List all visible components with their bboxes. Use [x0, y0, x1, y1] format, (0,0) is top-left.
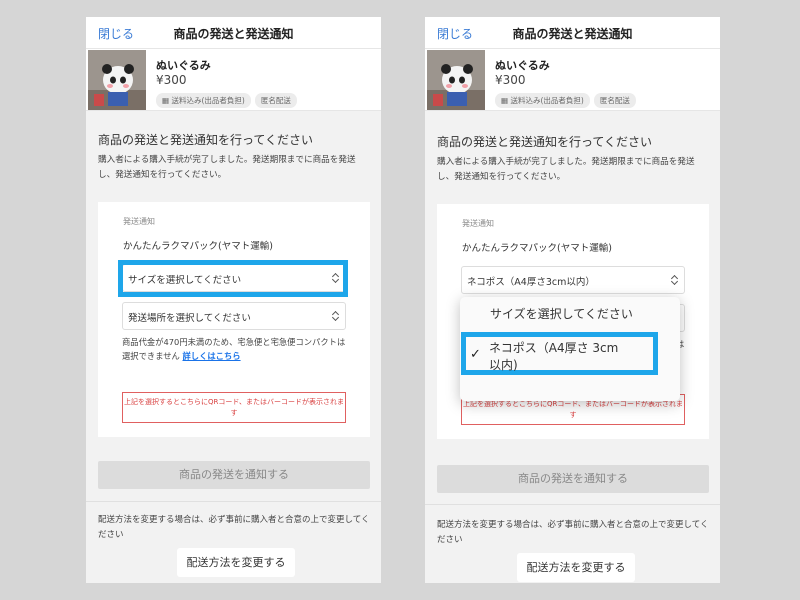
size-option-placeholder[interactable]: サイズを選択してください — [490, 305, 633, 322]
section-title: 商品の発送と発送通知を行ってください — [98, 133, 314, 147]
section-title: 商品の発送と発送通知を行ってください — [437, 135, 653, 149]
checkmark-icon: ✓ — [470, 347, 481, 362]
product-name: ぬいぐるみ — [156, 59, 211, 72]
shipping-method: かんたんラクマパック(ヤマト運輸) — [462, 243, 612, 254]
notify-shipping-button[interactable]: 商品の発送を通知する — [98, 461, 370, 489]
shipping-tag: ▦ 送料込み(出品者負担) — [495, 93, 590, 108]
notify-shipping-button[interactable]: 商品の発送を通知する — [437, 465, 709, 493]
screen-left: 閉じる 商品の発送と発送通知 ぬいぐるみ ¥300 ▦ 送料込み(出品者負担) … — [86, 17, 381, 583]
change-method-button[interactable]: 配送方法を変更する — [177, 548, 295, 577]
up-down-caret-icon — [671, 273, 679, 287]
details-link[interactable]: 詳しくはこちら — [182, 351, 240, 361]
qr-warning: 上記を選択するとこちらにQRコード、またはバーコードが表示されます — [122, 392, 346, 423]
shipping-tag-label: 送料込み(出品者負担) — [171, 96, 245, 105]
anonymous-tag: 匿名配送 — [593, 93, 636, 108]
highlight-box — [118, 260, 348, 297]
product-thumbnail — [88, 50, 146, 110]
page-title: 商品の発送と発送通知 — [512, 27, 633, 41]
size-option-nekoposu[interactable]: ネコポス（A4厚さ 3cm 以内) — [489, 339, 618, 373]
change-method-button[interactable]: 配送方法を変更する — [517, 553, 635, 582]
size-option-line1: ネコポス（A4厚さ 3cm — [489, 341, 619, 355]
product-summary: ぬいぐるみ ¥300 ▦ 送料込み(出品者負担) 匿名配送 — [86, 49, 381, 111]
product-name: ぬいぐるみ — [495, 59, 550, 72]
product-thumbnail — [427, 50, 485, 110]
card-label: 発送通知 — [462, 219, 494, 228]
up-down-caret-icon — [332, 309, 340, 323]
card-label: 発送通知 — [123, 217, 155, 226]
product-summary: ぬいぐるみ ¥300 ▦ 送料込み(出品者負担) 匿名配送 — [425, 49, 720, 111]
anonymous-tag: 匿名配送 — [254, 93, 297, 108]
header: 閉じる 商品の発送と発送通知 — [425, 17, 720, 49]
shipping-card: 発送通知 かんたんラクマパック(ヤマト運輸) サイズを選択してください 発送場所… — [98, 202, 370, 437]
divider — [425, 504, 720, 505]
product-price: ¥300 — [156, 73, 187, 87]
product-price: ¥300 — [495, 73, 526, 87]
shipping-tag-label: 送料込み(出品者負担) — [510, 96, 584, 105]
screen-right: 閉じる 商品の発送と発送通知 ぬいぐるみ ¥300 ▦ 送料込み(出品者負担) … — [425, 17, 720, 583]
size-select[interactable]: ネコポス（A4厚さ3cm以内） — [461, 266, 685, 294]
location-select[interactable]: 発送場所を選択してください — [122, 302, 346, 330]
change-method-note: 配送方法を変更する場合は、必ず事前に購入者と合意の上で変更してください — [98, 515, 370, 540]
header: 閉じる 商品の発送と発送通知 — [86, 17, 381, 49]
size-note: 商品代金が470円未満のため、宅急便と宅急便コンパクトは選択できません 詳しくは… — [122, 335, 352, 363]
divider — [86, 501, 381, 502]
size-select-value: ネコポス（A4厚さ3cm以内） — [467, 277, 595, 288]
shipping-tag: ▦ 送料込み(出品者負担) — [156, 93, 251, 108]
size-option-line2: 以内) — [489, 358, 518, 372]
location-select-value: 発送場所を選択してください — [128, 313, 251, 324]
change-method-note: 配送方法を変更する場合は、必ず事前に購入者と合意の上で変更してください — [437, 520, 709, 545]
section-description: 購入者による購入手続が完了しました。発送期限までに商品を発送し、発送通知を行って… — [98, 155, 356, 180]
shipping-method: かんたんラクマパック(ヤマト運輸) — [123, 241, 273, 252]
page-title: 商品の発送と発送通知 — [173, 27, 294, 41]
section-description: 購入者による購入手続が完了しました。発送期限までに商品を発送し、発送通知を行って… — [437, 157, 695, 182]
